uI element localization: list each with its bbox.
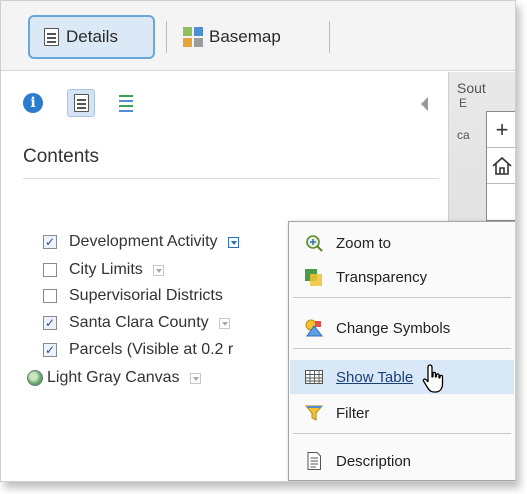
filter-icon bbox=[304, 403, 324, 423]
menu-item-label: Transparency bbox=[336, 268, 428, 286]
divider bbox=[23, 178, 439, 179]
details-icon bbox=[44, 28, 59, 46]
details-button[interactable]: Details bbox=[28, 15, 155, 59]
menu-item-label: Description bbox=[336, 452, 412, 470]
toolbar-divider bbox=[329, 21, 330, 53]
basemap-button[interactable]: Basemap bbox=[181, 15, 321, 59]
basemap-grid-icon bbox=[183, 27, 203, 47]
layer-row[interactable]: Supervisorial Districts bbox=[43, 284, 223, 308]
layer-row[interactable]: City Limits bbox=[43, 258, 164, 282]
layer-checkbox[interactable]: ✓ bbox=[43, 316, 57, 330]
layer-row[interactable]: ✓ Development Activity bbox=[43, 230, 239, 254]
layer-options-dropdown-icon[interactable] bbox=[227, 236, 239, 248]
layer-checkbox[interactable]: ✓ bbox=[43, 235, 57, 249]
menu-item-label: Change Symbols bbox=[336, 319, 451, 337]
layer-checkbox[interactable] bbox=[43, 263, 57, 277]
description-icon bbox=[304, 451, 324, 471]
layer-name: Parcels (Visible at 0.2 r bbox=[69, 341, 234, 358]
map-label: E bbox=[459, 96, 468, 110]
contents-tab-icon[interactable] bbox=[67, 89, 95, 117]
collapse-panel-icon[interactable] bbox=[421, 97, 428, 111]
menu-item-filter[interactable]: Filter bbox=[290, 396, 514, 430]
map-label: Sout bbox=[457, 80, 486, 96]
transparency-icon bbox=[304, 267, 324, 287]
zoom-in-button[interactable]: + bbox=[487, 112, 515, 148]
menu-separator bbox=[293, 433, 511, 434]
layer-name: City Limits bbox=[69, 261, 143, 278]
menu-item-show-table[interactable]: Show Table bbox=[290, 360, 514, 394]
menu-item-label: Zoom to bbox=[336, 234, 392, 252]
basemap-layer-name: Light Gray Canvas bbox=[47, 369, 180, 386]
layer-name: Santa Clara County bbox=[69, 314, 209, 331]
menu-item-zoom-to[interactable]: Zoom to bbox=[290, 226, 514, 260]
home-icon bbox=[492, 156, 512, 175]
toolbar-divider bbox=[166, 21, 167, 53]
menu-item-label: Show Table bbox=[336, 368, 414, 386]
layer-row[interactable]: ✓ Santa Clara County bbox=[43, 311, 230, 335]
layer-panel-window: Details Basemap i Contents ✓ Development… bbox=[0, 0, 516, 482]
home-button[interactable] bbox=[487, 148, 515, 184]
layer-name: Development Activity bbox=[69, 233, 218, 250]
hand-cursor-icon bbox=[422, 364, 444, 393]
basemap-label: Basemap bbox=[209, 27, 281, 46]
panel-title: Contents bbox=[23, 146, 100, 167]
layer-context-menu: Zoom to Transparency Change Symbols Show… bbox=[288, 221, 515, 481]
layer-name: Supervisorial Districts bbox=[69, 287, 223, 304]
layer-row[interactable]: ✓ Parcels (Visible at 0.2 r bbox=[43, 338, 233, 362]
contents-doc-icon bbox=[73, 94, 89, 112]
layer-checkbox[interactable] bbox=[43, 289, 57, 303]
menu-item-description[interactable]: Description bbox=[290, 444, 514, 478]
menu-item-label: Filter bbox=[336, 404, 370, 422]
menu-separator bbox=[293, 297, 511, 298]
menu-item-change-symbols[interactable]: Change Symbols bbox=[290, 311, 514, 345]
layer-checkbox[interactable]: ✓ bbox=[43, 343, 57, 357]
basemap-layer-row[interactable]: Light Gray Canvas bbox=[27, 366, 201, 390]
toolbar: Details Basemap bbox=[1, 1, 515, 71]
layer-options-dropdown-icon[interactable] bbox=[189, 372, 201, 384]
zoom-to-icon bbox=[304, 233, 324, 253]
map-zoom-controls: + bbox=[486, 111, 515, 221]
table-icon bbox=[304, 367, 324, 387]
globe-icon bbox=[27, 370, 43, 386]
legend-list-icon[interactable] bbox=[119, 94, 133, 112]
menu-separator bbox=[293, 348, 511, 349]
layer-options-dropdown-icon[interactable] bbox=[218, 317, 230, 329]
panel-tab-icons: i bbox=[23, 88, 133, 118]
details-label: Details bbox=[66, 27, 118, 46]
change-symbols-icon bbox=[304, 318, 324, 338]
map-label: ca bbox=[457, 128, 470, 142]
layer-options-dropdown-icon[interactable] bbox=[152, 264, 164, 276]
menu-item-transparency[interactable]: Transparency bbox=[290, 260, 514, 294]
info-icon[interactable]: i bbox=[23, 93, 43, 113]
